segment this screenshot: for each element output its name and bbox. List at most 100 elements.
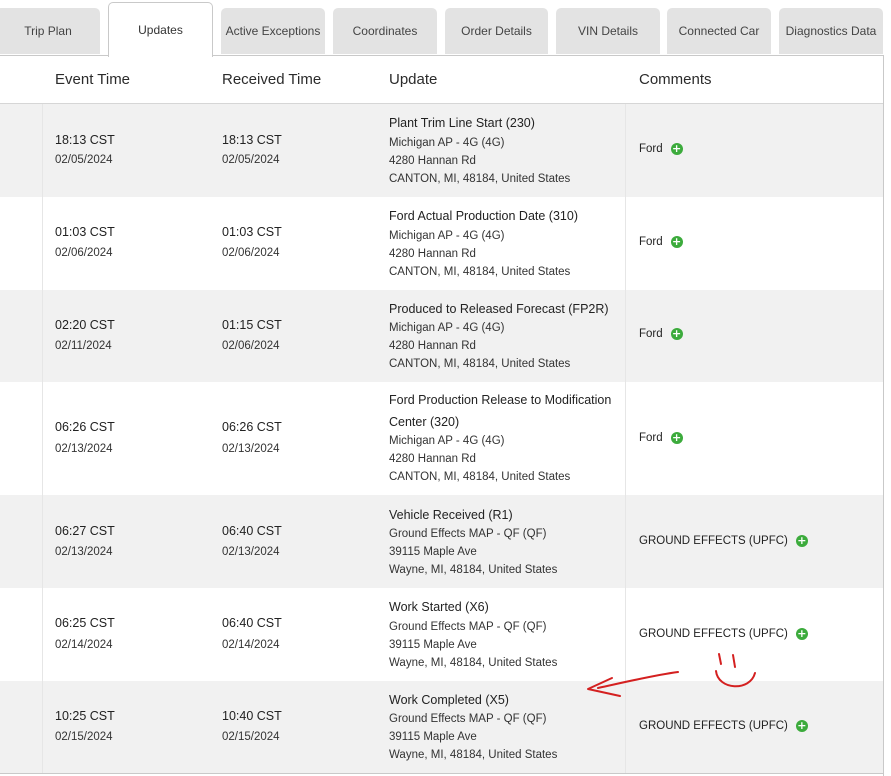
received-time: 10:40 CST [222,709,282,723]
comment-cell: Ford + [639,143,683,155]
received-time: 06:40 CST [222,616,282,630]
update-city: CANTON, MI, 48184, United States [389,358,571,370]
received-date: 02/13/2024 [222,443,280,455]
table-row: 18:13 CST 02/05/2024 18:13 CST 02/05/202… [0,104,883,197]
received-date: 02/15/2024 [222,731,280,743]
comment-cell: GROUND EFFECTS (UPFC) + [639,720,808,732]
update-street: 4280 Hannan Rd [389,155,476,167]
table-header: Event Time Received Time Update Comments [0,56,883,104]
update-city: CANTON, MI, 48184, United States [389,471,571,483]
comment-cell: Ford + [639,328,683,340]
tab-connected-car[interactable]: Connected Car [667,8,771,54]
comment-text: Ford [639,328,663,340]
update-city: Wayne, MI, 48184, United States [389,564,558,576]
received-time: 06:26 CST [222,420,282,434]
plus-circle-icon[interactable]: + [670,432,683,444]
update-title: Ford Actual Production Date (310) [389,209,578,223]
comment-text: Ford [639,143,663,155]
update-title: Plant Trim Line Start (230) [389,116,535,130]
received-date: 02/06/2024 [222,247,280,259]
tab-vin-details[interactable]: VIN Details [556,8,660,54]
tab-order-details[interactable]: Order Details [445,8,548,54]
comment-text: Ford [639,236,663,248]
plus-circle-icon[interactable]: + [670,328,683,340]
event-time: 18:13 CST [55,133,115,147]
comment-cell: Ford + [639,236,683,248]
comment-text: GROUND EFFECTS (UPFC) [639,720,788,732]
event-date: 02/14/2024 [55,639,113,651]
panel-bottom-border [0,773,884,774]
update-location: Ground Effects MAP - QF (QF) [389,713,547,725]
update-city: CANTON, MI, 48184, United States [389,173,571,185]
event-time: 06:25 CST [55,616,115,630]
update-city: Wayne, MI, 48184, United States [389,657,558,669]
table-row: 06:27 CST 02/13/2024 06:40 CST 02/13/202… [0,495,883,588]
update-title: Work Started (X6) [389,600,489,614]
event-time: 06:26 CST [55,420,115,434]
plus-circle-icon[interactable]: + [670,236,683,248]
received-date: 02/05/2024 [222,154,280,166]
event-date: 02/11/2024 [55,340,112,352]
comment-text: GROUND EFFECTS (UPFC) [639,535,788,547]
panel-right-border [883,55,884,776]
update-location: Ground Effects MAP - QF (QF) [389,528,547,540]
column-header-event-time[interactable]: Event Time [55,71,130,88]
event-time: 01:03 CST [55,225,115,239]
update-location: Michigan AP - 4G (4G) [389,322,505,334]
comment-text: GROUND EFFECTS (UPFC) [639,628,788,640]
update-city: CANTON, MI, 48184, United States [389,266,571,278]
update-street: 4280 Hannan Rd [389,453,476,465]
tab-trip-plan[interactable]: Trip Plan [0,8,100,54]
event-date: 02/06/2024 [55,247,113,259]
update-location: Michigan AP - 4G (4G) [389,435,505,447]
plus-circle-icon[interactable]: + [670,143,683,155]
received-time: 18:13 CST [222,133,282,147]
table-row: 10:25 CST 02/15/2024 10:40 CST 02/15/202… [0,681,883,773]
tab-diagnostics-data[interactable]: Diagnostics Data [779,8,883,54]
event-date: 02/13/2024 [55,546,113,558]
update-title: Work Completed (X5) [389,693,509,707]
table-row: 01:03 CST 02/06/2024 01:03 CST 02/06/202… [0,197,883,290]
plus-circle-icon[interactable]: + [795,628,808,640]
comment-cell: Ford + [639,432,683,444]
update-street: 4280 Hannan Rd [389,248,476,260]
update-street: 39115 Maple Ave [389,546,477,558]
received-date: 02/14/2024 [222,639,280,651]
event-time: 10:25 CST [55,709,115,723]
column-header-update[interactable]: Update [389,71,437,88]
tab-coordinates[interactable]: Coordinates [333,8,437,54]
event-date: 02/05/2024 [55,154,113,166]
event-time: 02:20 CST [55,318,115,332]
table-row: 02:20 CST 02/11/2024 01:15 CST 02/06/202… [0,290,883,382]
update-location: Michigan AP - 4G (4G) [389,137,505,149]
update-location: Ground Effects MAP - QF (QF) [389,621,547,633]
event-date: 02/15/2024 [55,731,113,743]
event-time: 06:27 CST [55,524,115,538]
update-street: 39115 Maple Ave [389,639,477,651]
received-date: 02/13/2024 [222,546,280,558]
update-street: 4280 Hannan Rd [389,340,476,352]
tab-active-exceptions[interactable]: Active Exceptions [221,8,325,54]
table-row: 06:25 CST 02/14/2024 06:40 CST 02/14/202… [0,588,883,681]
plus-circle-icon[interactable]: + [795,535,808,547]
update-city: Wayne, MI, 48184, United States [389,749,558,761]
comment-cell: GROUND EFFECTS (UPFC) + [639,535,808,547]
received-date: 02/06/2024 [222,340,280,352]
comment-cell: GROUND EFFECTS (UPFC) + [639,628,808,640]
update-title: Vehicle Received (R1) [389,508,513,522]
column-header-comments[interactable]: Comments [639,71,712,88]
event-date: 02/13/2024 [55,443,113,455]
update-street: 39115 Maple Ave [389,731,477,743]
tab-updates[interactable]: Updates [108,2,213,57]
update-title: Produced to Released Forecast (FP2R) [389,302,609,316]
update-title: Ford Production Release to Modification … [389,393,612,429]
received-time: 01:15 CST [222,318,282,332]
column-header-received-time[interactable]: Received Time [222,71,321,88]
received-time: 06:40 CST [222,524,282,538]
update-location: Michigan AP - 4G (4G) [389,230,505,242]
table-row: 06:26 CST 02/13/2024 06:26 CST 02/13/202… [0,382,883,495]
plus-circle-icon[interactable]: + [795,720,808,732]
received-time: 01:03 CST [222,225,282,239]
comment-text: Ford [639,432,663,444]
tab-bar: Trip Plan Updates Active Exceptions Coor… [0,0,891,57]
